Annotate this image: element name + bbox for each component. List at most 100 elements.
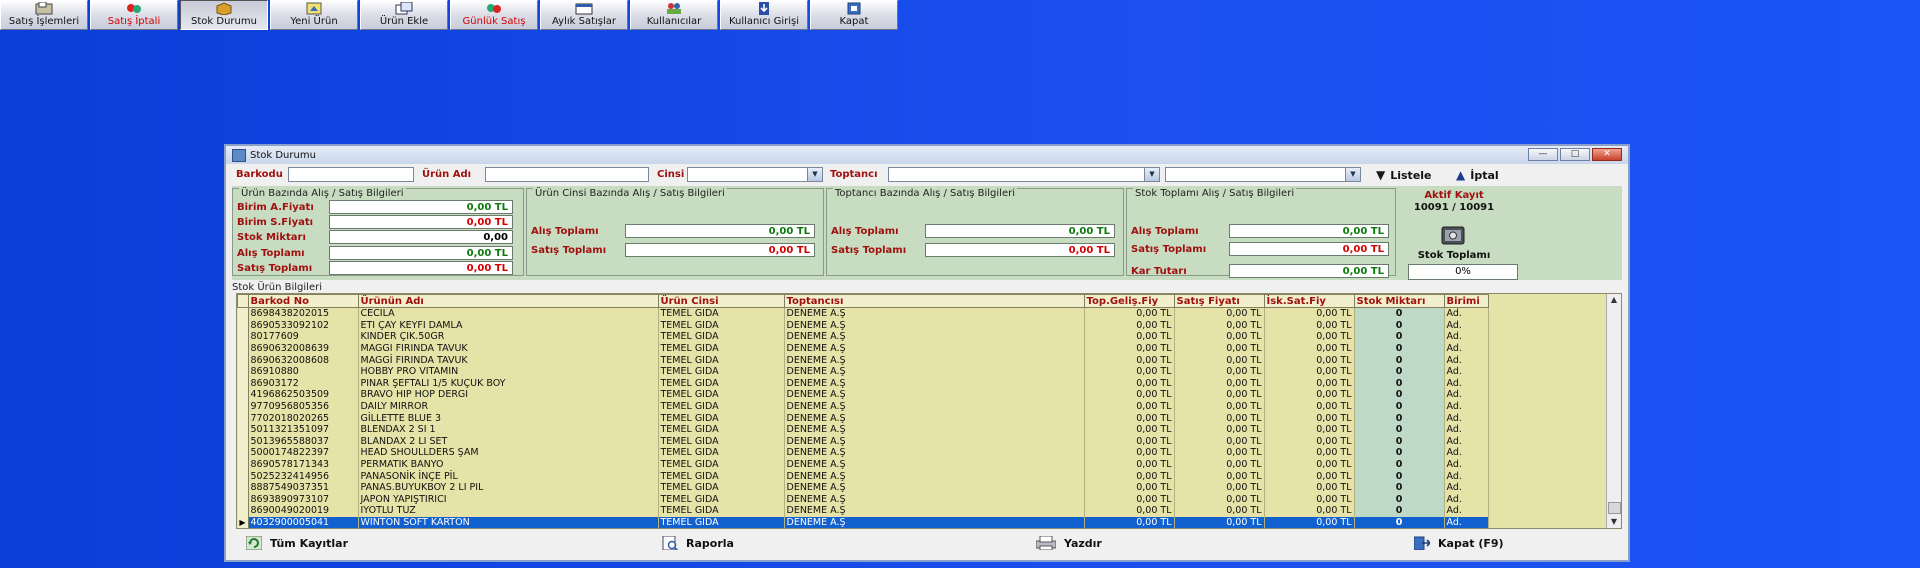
toolbar-button-6[interactable]: Aylık Satışlar (540, 0, 628, 30)
row-indicator[interactable] (237, 377, 249, 390)
table-cell: 8698438202015 (248, 307, 359, 320)
row-indicator[interactable] (237, 447, 249, 459)
table-cell: DAILY MIRROR (358, 400, 659, 413)
vertical-scrollbar[interactable]: ▲ ▼ (1606, 294, 1621, 528)
toolbar-button-8[interactable]: Kullanıcı Girişi (720, 0, 808, 30)
table-cell: Ad. (1444, 412, 1489, 424)
table-row[interactable]: 8698438202015 CECİLA TEMEL GIDA DENEME A.Ş 0… (237, 307, 1489, 320)
table-cell: 0,00 TL (1174, 493, 1265, 506)
table-cell: MAGGİ FIRINDA TAVUK (358, 354, 659, 366)
column-header[interactable]: Toptancısı (783, 294, 1085, 308)
table-row[interactable]: 86910880 HOBBY PRO VİTAMİN TEMEL GIDA DENEM… (237, 365, 1489, 378)
table-row[interactable]: 5000174822397 HEAD SHOULLDERS ŞAM TEMEL GI… (237, 447, 1489, 459)
column-header[interactable]: Barkod No (247, 294, 359, 308)
table-row[interactable]: ▶ 4032900005041 WİNTON SOFT KARTON TEMEL GI… (237, 516, 1489, 528)
barkod-input[interactable] (288, 167, 414, 182)
table-row[interactable]: 86903172 PINAR ŞEFTALİ 1/5 KÜÇÜK BOY TEMEL… (237, 377, 1489, 390)
maximize-button[interactable]: □ (1560, 148, 1590, 161)
toolbar-button-4[interactable]: Ürün Ekle (360, 0, 448, 30)
table-cell: 0 (1354, 435, 1445, 448)
minimize-button[interactable]: — (1528, 148, 1558, 161)
table-cell: Ad. (1444, 470, 1489, 482)
table-row[interactable]: 8693890973107 JAPON YAPIŞTIRICI TEMEL GIDA… (237, 493, 1489, 506)
column-header[interactable]: Stok Miktarı (1353, 294, 1445, 308)
column-header[interactable]: İsk.Sat.Fiy (1263, 294, 1355, 308)
table-row[interactable]: 8690049020019 İYOTLU TUZ TEMEL GIDA DENEME … (237, 505, 1489, 517)
row-indicator[interactable] (237, 331, 249, 343)
table-cell: 0,00 TL (1174, 342, 1265, 355)
table-cell: 0,00 TL (1174, 470, 1265, 482)
row-indicator[interactable] (237, 505, 249, 517)
toolbar-button-5[interactable]: Günlük Satış (450, 0, 538, 30)
row-indicator[interactable] (237, 319, 249, 332)
table-cell: 0,00 TL (1174, 447, 1265, 459)
table-row[interactable]: 8690578171343 PERMATİK BANYO TEMEL GIDA DEN… (237, 458, 1489, 471)
row-indicator[interactable] (237, 458, 249, 471)
chevron-down-icon[interactable]: ▼ (1345, 168, 1360, 181)
row-indicator[interactable]: ▶ (237, 516, 249, 528)
close-button[interactable]: ✕ (1592, 148, 1622, 161)
toptanci-select[interactable]: ▼ (888, 167, 1160, 182)
safe-icon[interactable] (1440, 226, 1466, 246)
table-row[interactable]: 8690632008608 MAGGİ FIRINDA TAVUK TEMEL GI… (237, 354, 1489, 366)
chevron-down-icon[interactable]: ▼ (1144, 168, 1159, 181)
cinsi-select[interactable]: ▼ (687, 167, 823, 182)
scroll-down-icon[interactable]: ▼ (1607, 516, 1621, 528)
row-indicator[interactable] (237, 342, 249, 355)
table-cell: 8690578171343 (248, 458, 359, 471)
row-indicator[interactable] (237, 400, 249, 413)
raporla-button[interactable]: Raporla (662, 536, 734, 550)
toolbar-button-3[interactable]: Yeni Ürün (270, 0, 358, 30)
table-row[interactable]: 7702018020265 GİLLETTE BLUE 3 TEMEL GIDA DE… (237, 412, 1489, 424)
window-titlebar[interactable]: Stok Durumu — □ ✕ (226, 146, 1628, 164)
table-cell: 0,00 TL (1264, 516, 1355, 528)
table-row[interactable]: 8690632008639 MAGGİ FIRINDA TAVUK TEMEL GI… (237, 342, 1489, 355)
yazdir-button[interactable]: Yazdır (1036, 536, 1102, 550)
table-row[interactable]: 8690533092102 ETİ ÇAY KEYFİ DAMLA TEMEL GI… (237, 319, 1489, 332)
table-row[interactable]: 4196862503509 BRAVO HİP HOP DERGİ TEMEL GI… (237, 389, 1489, 401)
table-row[interactable]: 80177609 KİNDER ÇİK.50GR TEMEL GIDA DENEME … (237, 331, 1489, 343)
toolbar-button-9[interactable]: Kapat (810, 0, 898, 30)
kapat-f9-button[interactable]: Kapat (F9) (1414, 536, 1504, 550)
column-header[interactable]: Top.Geliş.Fiy (1083, 294, 1175, 308)
table-row[interactable]: 9770956805356 DAILY MIRROR TEMEL GIDA DENEM… (237, 400, 1489, 413)
row-indicator[interactable] (237, 365, 249, 378)
scroll-up-icon[interactable]: ▲ (1607, 294, 1621, 306)
table-cell: DENEME A.Ş (784, 307, 1085, 320)
row-indicator[interactable] (237, 423, 249, 436)
table-row[interactable]: 5025232414956 PANASONİK İNÇE PİL TEMEL GID… (237, 470, 1489, 482)
row-indicator[interactable] (237, 435, 249, 448)
table-row[interactable]: 5013965588037 BLANDAX 2 Lİ SET TEMEL GIDA D… (237, 435, 1489, 448)
toolbar-button-1[interactable]: Satış İptali (90, 0, 178, 30)
table-row[interactable]: 8887549037351 PANAS.BÜYÜKBOY 2 Lİ PİL TEME… (237, 481, 1489, 494)
table-row[interactable]: 5011321351097 BLENDAX 2 Sİ 1 TEMEL GIDA DEN… (237, 423, 1489, 436)
column-header[interactable]: Ürün Cinsi (657, 294, 785, 308)
row-indicator[interactable] (237, 389, 249, 401)
row-indicator[interactable] (237, 481, 249, 494)
extra-select[interactable]: ▼ (1165, 167, 1361, 182)
urun-adi-input[interactable] (485, 167, 649, 182)
row-indicator[interactable] (237, 412, 249, 424)
row-indicator[interactable] (237, 493, 249, 506)
row-indicator[interactable] (237, 307, 249, 320)
column-header[interactable]: Ürünün Adı (357, 294, 659, 308)
scroll-thumb[interactable] (1608, 502, 1621, 514)
toolbar-button-0[interactable]: Satış İşlemleri (0, 0, 88, 30)
column-header[interactable]: Birimi (1443, 294, 1489, 308)
info-row-label: Satış Toplamı (1131, 244, 1207, 255)
toolbar-button-7[interactable]: Kullanıcılar (630, 0, 718, 30)
info-row-value: 0,00 TL (625, 224, 815, 238)
stok-grid: Barkod No Ürünün Adı Ürün Cinsi Toptancısı T… (236, 293, 1622, 529)
iptal-button[interactable]: ▲ İptal (1456, 168, 1499, 182)
column-header[interactable]: Satış Fiyatı (1173, 294, 1265, 308)
table-cell: 0,00 TL (1084, 458, 1175, 471)
row-indicator[interactable] (237, 470, 249, 482)
info-row: Satış Toplamı 0,00 TL (531, 243, 821, 258)
tum-kayitlar-button[interactable]: Tüm Kayıtlar (246, 536, 348, 550)
listele-button[interactable]: ▼ Listele (1376, 168, 1432, 182)
chevron-down-icon[interactable]: ▼ (807, 168, 822, 181)
row-indicator[interactable] (237, 354, 249, 366)
table-cell: 0,00 TL (1174, 307, 1265, 320)
table-cell: 0,00 TL (1084, 447, 1175, 459)
toolbar-button-2[interactable]: Stok Durumu (180, 0, 268, 30)
